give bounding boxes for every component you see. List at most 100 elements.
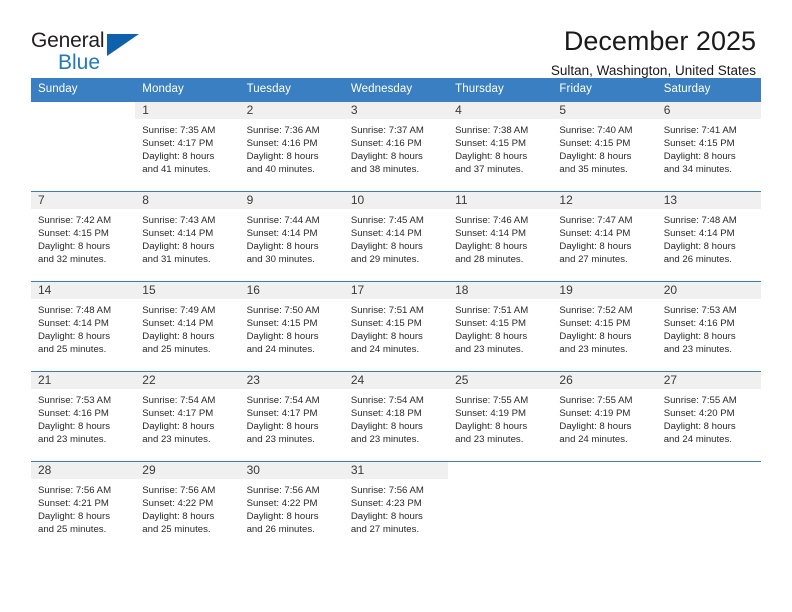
daylight-text: Daylight: 8 hours xyxy=(455,241,528,253)
daylight-text: Daylight: 8 hours xyxy=(455,331,528,343)
day-number: 12 xyxy=(552,192,657,209)
calendar-day-cell[interactable]: 25 Sunrise: 7:55 AM Sunset: 4:19 PM Dayligh… xyxy=(448,371,553,462)
calendar-day-cell[interactable]: 6 Sunrise: 7:41 AM Sunset: 4:15 PM Daylight… xyxy=(656,101,761,192)
calendar-day-cell[interactable]: 12 Sunrise: 7:47 AM Sunset: 4:14 PM Dayligh… xyxy=(552,191,657,282)
daylight-text: Daylight: 8 hours xyxy=(38,241,110,253)
sunrise-text: Sunrise: 7:55 AM xyxy=(455,395,529,406)
sunrise-text: Sunrise: 7:52 AM xyxy=(559,305,633,316)
day-number: 5 xyxy=(552,102,657,119)
general-blue-logo[interactable]: General Blue xyxy=(31,26,149,78)
sunrise-text: Sunrise: 7:54 AM xyxy=(246,395,320,406)
calendar-week-row: 21 Sunrise: 7:53 AM Sunset: 4:16 PM Dayligh… xyxy=(31,371,761,462)
calendar-day-cell[interactable]: 29 Sunrise: 7:56 AM Sunset: 4:22 PM Dayligh… xyxy=(135,461,240,552)
calendar-day-cell[interactable]: 9 Sunrise: 7:44 AM Sunset: 4:14 PM Daylight… xyxy=(239,191,344,282)
weekday-header-sunday: Sunday xyxy=(31,78,136,102)
sunrise-text: Sunrise: 7:56 AM xyxy=(350,485,424,496)
day-number: 30 xyxy=(239,462,344,479)
sunset-text: Sunset: 4:19 PM xyxy=(455,408,527,420)
sunrise-text: Sunrise: 7:44 AM xyxy=(246,215,320,226)
sunset-text: Sunset: 4:15 PM xyxy=(350,318,422,330)
daylight-text: and 26 minutes. xyxy=(663,254,732,266)
calendar-day-cell[interactable]: 21 Sunrise: 7:53 AM Sunset: 4:16 PM Dayligh… xyxy=(31,371,136,462)
calendar-day-cell[interactable]: 17 Sunrise: 7:51 AM Sunset: 4:15 PM Dayligh… xyxy=(343,281,449,372)
daylight-text: and 25 minutes. xyxy=(142,344,211,356)
calendar-day-cell[interactable]: 26 Sunrise: 7:55 AM Sunset: 4:19 PM Dayligh… xyxy=(552,371,657,462)
sunset-text: Sunset: 4:17 PM xyxy=(142,138,214,150)
daylight-text: Daylight: 8 hours xyxy=(350,421,423,433)
sunrise-text: Sunrise: 7:54 AM xyxy=(350,395,424,406)
daylight-text: and 25 minutes. xyxy=(38,344,107,356)
daylight-text: and 25 minutes. xyxy=(142,524,211,536)
calendar-day-cell[interactable]: 31 Sunrise: 7:56 AM Sunset: 4:23 PM Dayligh… xyxy=(343,461,449,552)
daylight-text: and 34 minutes. xyxy=(663,164,732,176)
daylight-text: Daylight: 8 hours xyxy=(246,331,319,343)
calendar-day-cell[interactable]: 30 Sunrise: 7:56 AM Sunset: 4:22 PM Dayligh… xyxy=(239,461,344,552)
daylight-text: and 25 minutes. xyxy=(38,524,107,536)
daylight-text: and 23 minutes. xyxy=(559,344,628,356)
daylight-text: and 29 minutes. xyxy=(350,254,420,266)
day-details: Sunrise: 7:43 AM Sunset: 4:14 PM Daylight:… xyxy=(135,209,239,266)
daylight-text: Daylight: 8 hours xyxy=(559,331,632,343)
sunset-text: Sunset: 4:15 PM xyxy=(455,138,527,150)
calendar-day-cell[interactable]: 2 Sunrise: 7:36 AM Sunset: 4:16 PM Daylight… xyxy=(239,101,344,192)
sunset-text: Sunset: 4:15 PM xyxy=(38,228,109,240)
day-number: 15 xyxy=(135,282,240,299)
daylight-text: Daylight: 8 hours xyxy=(246,511,319,523)
daylight-text: and 23 minutes. xyxy=(455,434,524,446)
sunrise-text: Sunrise: 7:48 AM xyxy=(38,305,112,316)
daylight-text: and 28 minutes. xyxy=(455,254,524,266)
calendar-day-cell[interactable]: 11 Sunrise: 7:46 AM Sunset: 4:14 PM Dayligh… xyxy=(448,191,553,282)
day-number xyxy=(656,462,761,479)
sunset-text: Sunset: 4:15 PM xyxy=(455,318,527,330)
calendar-day-cell[interactable]: 1 Sunrise: 7:35 AM Sunset: 4:17 PM Daylight… xyxy=(135,101,240,192)
calendar-day-cell[interactable]: 27 Sunrise: 7:55 AM Sunset: 4:20 PM Dayligh… xyxy=(656,371,761,462)
day-number: 17 xyxy=(343,282,449,299)
day-number: 18 xyxy=(448,282,553,299)
calendar-day-cell[interactable]: 15 Sunrise: 7:49 AM Sunset: 4:14 PM Dayligh… xyxy=(135,281,240,372)
calendar-day-cell[interactable]: 14 Sunrise: 7:48 AM Sunset: 4:14 PM Dayligh… xyxy=(31,281,136,372)
daylight-text: and 24 minutes. xyxy=(663,434,732,446)
day-details: Sunrise: 7:52 AM Sunset: 4:15 PM Daylight:… xyxy=(552,299,656,356)
daylight-text: Daylight: 8 hours xyxy=(38,331,110,343)
calendar-day-cell[interactable]: 8 Sunrise: 7:43 AM Sunset: 4:14 PM Daylight… xyxy=(135,191,240,282)
daylight-text: Daylight: 8 hours xyxy=(663,421,736,433)
calendar-day-cell[interactable]: 19 Sunrise: 7:52 AM Sunset: 4:15 PM Dayligh… xyxy=(552,281,657,372)
calendar-day-cell[interactable]: 28 Sunrise: 7:56 AM Sunset: 4:21 PM Dayligh… xyxy=(31,461,136,552)
calendar-day-cell[interactable]: 16 Sunrise: 7:50 AM Sunset: 4:15 PM Dayligh… xyxy=(239,281,344,372)
weekday-header-saturday: Saturday xyxy=(656,78,761,102)
calendar-day-cell[interactable]: 7 Sunrise: 7:42 AM Sunset: 4:15 PM Daylight… xyxy=(31,191,136,282)
calendar-day-cell[interactable]: 23 Sunrise: 7:54 AM Sunset: 4:17 PM Dayligh… xyxy=(239,371,344,462)
calendar-day-cell[interactable]: 18 Sunrise: 7:51 AM Sunset: 4:15 PM Dayligh… xyxy=(448,281,553,372)
calendar-cell-empty xyxy=(656,461,761,552)
sunrise-text: Sunrise: 7:37 AM xyxy=(350,125,424,136)
calendar-day-cell[interactable]: 20 Sunrise: 7:53 AM Sunset: 4:16 PM Dayligh… xyxy=(656,281,761,372)
calendar-week-row: 14 Sunrise: 7:48 AM Sunset: 4:14 PM Dayligh… xyxy=(31,281,761,372)
daylight-text: Daylight: 8 hours xyxy=(559,241,632,253)
calendar-day-cell[interactable]: 24 Sunrise: 7:54 AM Sunset: 4:18 PM Dayligh… xyxy=(343,371,449,462)
day-details: Sunrise: 7:35 AM Sunset: 4:17 PM Daylight:… xyxy=(135,119,239,176)
sunset-text: Sunset: 4:18 PM xyxy=(350,408,422,420)
day-details: Sunrise: 7:53 AM Sunset: 4:16 PM Daylight:… xyxy=(31,389,135,446)
calendar-body: 1 Sunrise: 7:35 AM Sunset: 4:17 PM Daylight… xyxy=(31,101,761,552)
day-details: Sunrise: 7:54 AM Sunset: 4:17 PM Daylight:… xyxy=(240,389,344,446)
calendar-day-cell[interactable]: 22 Sunrise: 7:54 AM Sunset: 4:17 PM Dayligh… xyxy=(135,371,240,462)
daylight-text: Daylight: 8 hours xyxy=(559,151,632,163)
calendar-day-cell[interactable]: 4 Sunrise: 7:38 AM Sunset: 4:15 PM Daylight… xyxy=(448,101,553,192)
calendar-day-cell[interactable]: 10 Sunrise: 7:45 AM Sunset: 4:14 PM Dayligh… xyxy=(343,191,449,282)
page-title: December 2025 xyxy=(563,26,756,56)
day-details: Sunrise: 7:53 AM Sunset: 4:16 PM Daylight:… xyxy=(657,299,761,356)
day-number: 25 xyxy=(448,372,553,389)
calendar-day-cell[interactable]: 5 Sunrise: 7:40 AM Sunset: 4:15 PM Daylight… xyxy=(552,101,657,192)
daylight-text: and 24 minutes. xyxy=(559,434,628,446)
calendar-day-cell[interactable]: 13 Sunrise: 7:48 AM Sunset: 4:14 PM Dayligh… xyxy=(656,191,761,282)
day-details: Sunrise: 7:40 AM Sunset: 4:15 PM Daylight:… xyxy=(552,119,656,176)
sunset-text: Sunset: 4:14 PM xyxy=(663,228,735,240)
sunrise-text: Sunrise: 7:49 AM xyxy=(142,305,216,316)
sunset-text: Sunset: 4:22 PM xyxy=(142,498,214,510)
day-number: 1 xyxy=(135,102,240,119)
calendar-day-cell[interactable]: 3 Sunrise: 7:37 AM Sunset: 4:16 PM Daylight… xyxy=(343,101,449,192)
sunrise-text: Sunrise: 7:53 AM xyxy=(663,305,737,316)
sunrise-text: Sunrise: 7:50 AM xyxy=(246,305,320,316)
sunrise-text: Sunrise: 7:46 AM xyxy=(455,215,529,226)
weekday-header-wednesday: Wednesday xyxy=(343,78,449,102)
